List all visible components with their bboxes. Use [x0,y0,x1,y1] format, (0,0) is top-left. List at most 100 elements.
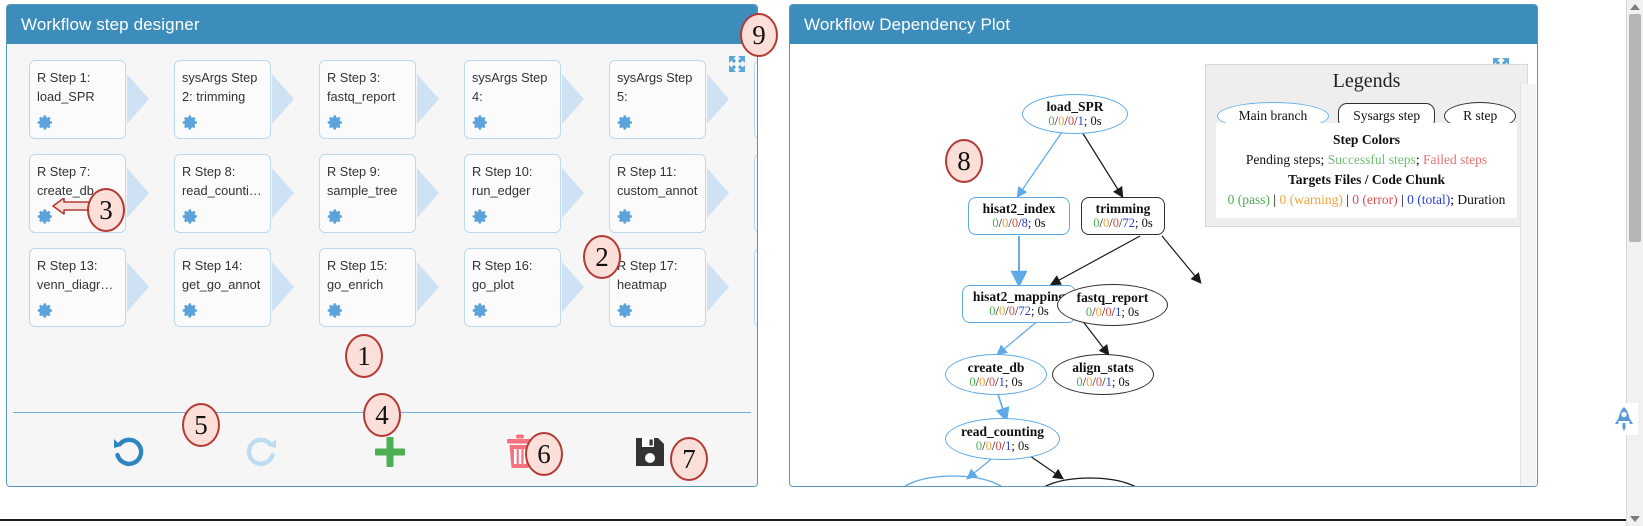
dependency-plot-scrollbar[interactable] [1520,84,1536,486]
step-card[interactable]: R Step 12:filter_degs [754,154,757,233]
step-connector-arrow [562,168,584,218]
graph-node[interactable]: fastq_report 0/0/0/1; 0s [1057,284,1168,326]
workflow-step-16[interactable]: R Step 16: go_plot [464,248,585,329]
step-card[interactable]: R Step 16: go_plot [464,248,561,327]
step-colors-heading: Step Colors [1332,132,1401,147]
error-label: 0 (error) [1352,192,1398,207]
step-row: R Step 1: load_SPR sysArgs Step 2: trimming… [29,60,757,141]
gear-icon[interactable] [327,208,344,225]
workflow-step-8[interactable]: R Step 8: read_counti… [174,154,295,235]
annotation-badge-1: 1 [345,334,383,378]
gear-icon[interactable] [472,302,489,319]
workflow-step-9[interactable]: R Step 9: sample_tree [319,154,440,235]
step-card[interactable]: R Step 14: get_go_annot [174,248,271,327]
workflow-step-11[interactable]: R Step 11: custom_annot [609,154,730,235]
step-colors-line: Pending steps; Successful steps; Failed … [1220,150,1513,170]
step-connector-arrow [562,74,584,124]
scrollbar-thumb[interactable] [1629,14,1641,242]
step-label-line1: R Step 1: [37,70,91,85]
step-card[interactable]: R Step 6:align_stats [754,60,757,139]
gear-icon[interactable] [617,208,634,225]
total-label: 0 (total) [1407,192,1451,207]
workflow-step-17[interactable]: R Step 17: heatmap [609,248,730,329]
step-card[interactable]: sysArgs Step 4: [464,60,561,139]
rocket-icon [1615,407,1633,431]
annotation-pointer-arrow [52,198,91,215]
pass-label: 0 (pass) [1227,192,1271,207]
step-card[interactable]: R Step 15: go_enrich [319,248,416,327]
gear-icon[interactable] [37,302,54,319]
workflow-step-15[interactable]: R Step 15: go_enrich [319,248,440,329]
gear-icon[interactable] [182,302,199,319]
graph-node[interactable]: create_db 0/0/0/1; 0s [945,354,1047,395]
graph-node[interactable]: hisat2_index 0/0/0/8; 0s [968,197,1070,235]
step-label-line2: fastq_report [327,89,396,104]
graph-node[interactable]: read_counting 0/0/0/1; 0s [945,418,1060,460]
workflow-step-10[interactable]: R Step 10: run_edger [464,154,585,235]
gear-icon[interactable] [472,208,489,225]
node-stats: 0/0/0/8; 0s [992,216,1046,230]
dependency-panel-title: Workflow Dependency Plot [790,5,1537,44]
step-row: R Step 13: venn_diagr… R Step 14: get_go_an… [29,248,757,329]
gear-icon[interactable] [617,302,634,319]
add-step-button[interactable] [367,429,413,475]
page-scrollbar[interactable] [1626,0,1643,526]
step-card[interactable]: R Step 3: fastq_report [319,60,416,139]
gear-icon[interactable] [617,114,634,131]
annotation-badge-5: 5 [182,403,220,447]
workflow-step-18[interactable]: R Step 18:sessionInfo [754,248,757,329]
step-connector-arrow [417,168,439,218]
step-card[interactable]: sysArgs Step 2: trimming [174,60,271,139]
step-label-line1: R Step 13: [37,258,98,273]
step-card[interactable]: R Step 1: load_SPR [29,60,126,139]
back-to-top-button[interactable] [1610,403,1638,435]
step-connector-arrow [707,74,729,124]
step-card[interactable]: sysArgs Step 5: [609,60,706,139]
step-card[interactable]: R Step 17: heatmap [609,248,706,327]
gear-icon[interactable] [472,114,489,131]
plus-icon [375,437,405,467]
step-card[interactable]: R Step 13: venn_diagr… [29,248,126,327]
step-label-line1: sysArgs Step [472,70,548,85]
redo-button[interactable] [237,429,283,475]
dependency-graph-canvas[interactable]: load_SPR 0/0/0/1; 0s hisat2_index 0/0/0/… [790,44,1537,486]
graph-node[interactable]: load_SPR 0/0/0/1; 0s [1022,94,1128,134]
step-label-line2: go_plot [472,277,514,292]
annotation-badge-8: 8 [945,139,983,183]
workflow-step-6[interactable]: R Step 6:align_stats [754,60,757,141]
graph-node[interactable]: align_stats 0/0/0/1; 0s [1052,354,1154,395]
workflow-step-14[interactable]: R Step 14: get_go_annot [174,248,295,329]
step-card[interactable]: R Step 11: custom_annot [609,154,706,233]
gear-icon[interactable] [327,302,344,319]
step-connector-arrow [127,74,149,124]
step-card[interactable]: R Step 9: sample_tree [319,154,416,233]
save-workflow-button[interactable] [627,429,673,475]
workflow-step-7[interactable]: R Step 7: create_db [29,154,150,235]
workflow-step-12[interactable]: R Step 12:filter_degs [754,154,757,235]
step-card[interactable]: R Step 8: read_counti… [174,154,271,233]
warning-label: 0 (warning) [1279,192,1343,207]
scroll-up-arrow[interactable] [1630,4,1640,10]
workflow-step-2[interactable]: sysArgs Step 2: trimming [174,60,295,141]
node-stats: 0/0/0/1; 0s [969,374,1023,389]
sep: ; [1415,152,1423,167]
scroll-down-arrow[interactable] [1630,516,1640,522]
graph-node[interactable]: trimming 0/0/0/72; 0s [1081,197,1165,235]
workflow-step-5[interactable]: sysArgs Step 5: [609,60,730,141]
gear-icon[interactable] [327,114,344,131]
legend-color-key: Step Colors Pending steps; Successful st… [1216,123,1517,218]
dependency-panel-body: load_SPR 0/0/0/1; 0s hisat2_index 0/0/0/… [790,44,1537,486]
node-name: hisat2_mapping [972,289,1066,304]
undo-button[interactable] [107,429,153,475]
workflow-step-4[interactable]: sysArgs Step 4: [464,60,585,141]
gear-icon[interactable] [182,114,199,131]
workflow-step-1[interactable]: R Step 1: load_SPR [29,60,150,141]
gear-icon[interactable] [37,114,54,131]
workflow-step-13[interactable]: R Step 13: venn_diagr… [29,248,150,329]
gear-icon[interactable] [182,208,199,225]
step-connector-arrow [707,262,729,312]
step-card[interactable]: R Step 10: run_edger [464,154,561,233]
workflow-step-3[interactable]: R Step 3: fastq_report [319,60,440,141]
step-card[interactable]: R Step 18:sessionInfo [754,248,757,327]
workflow-dependency-plot-panel: Workflow Dependency Plot load_SPR 0/0/0/… [789,4,1538,487]
